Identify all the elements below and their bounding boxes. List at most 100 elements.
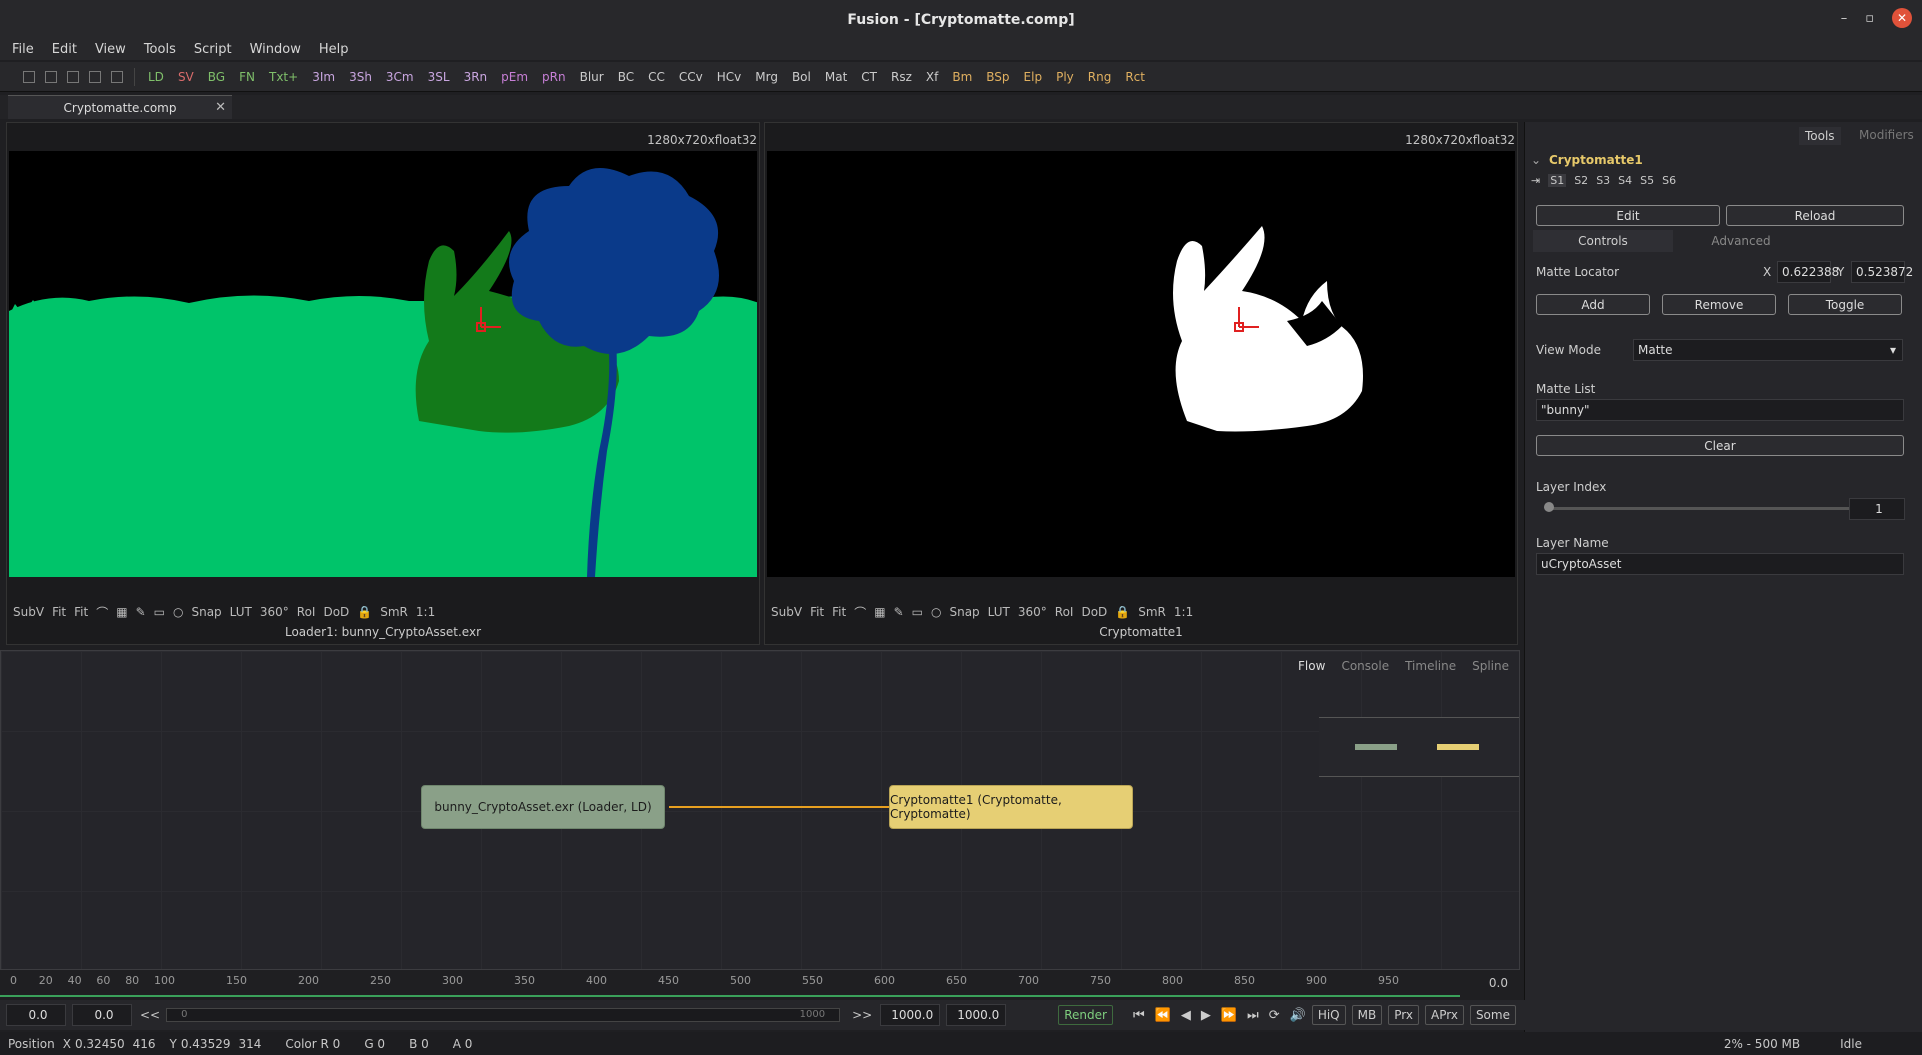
slot-s1[interactable]: S1 <box>1548 174 1567 187</box>
maximize-button[interactable]: ▫ <box>1865 11 1874 26</box>
tool-button-elp[interactable]: Elp <box>1017 70 1050 84</box>
polyline-icon[interactable]: ⌒ <box>96 604 108 621</box>
tool-button-3rn[interactable]: 3Rn <box>457 70 495 84</box>
tool-button-fn[interactable]: FN <box>232 70 262 84</box>
slot-s4[interactable]: S4 <box>1618 174 1632 187</box>
tool-button-blur[interactable]: Blur <box>573 70 611 84</box>
tool-button-txt[interactable]: Txt+ <box>262 70 305 84</box>
tool-button-3sl[interactable]: 3SL <box>421 70 457 84</box>
viewer-left[interactable]: 1280x720xfloat32 SubV Fit Fit ⌒ ▦ ✎ ▭ ○ … <box>6 122 760 645</box>
dod-button[interactable]: DoD <box>323 605 349 619</box>
matte-locator-y-field[interactable]: 0.523872 <box>1851 261 1913 283</box>
menu-file[interactable]: File <box>12 42 34 57</box>
polyline-icon[interactable]: ⌒ <box>854 604 866 621</box>
step-back-icon[interactable]: ⏪ <box>1155 1008 1171 1023</box>
dod-button[interactable]: DoD <box>1081 605 1107 619</box>
pick-icon[interactable]: ✎ <box>894 605 904 619</box>
remove-button[interactable]: Remove <box>1662 294 1776 315</box>
fit-dropdown[interactable]: Fit <box>832 605 846 619</box>
tool-button-mat[interactable]: Mat <box>818 70 854 84</box>
view-mode-select[interactable]: Matte ▾ <box>1633 339 1903 361</box>
stereo-button[interactable]: 360° <box>1018 605 1047 619</box>
roi-button[interactable]: RoI <box>297 605 316 619</box>
lut-button[interactable]: LUT <box>988 605 1010 619</box>
tool-button-hcv[interactable]: HCv <box>710 70 749 84</box>
pick-icon[interactable]: ✎ <box>136 605 146 619</box>
pin-icon[interactable]: ⇥ <box>1531 174 1540 187</box>
clear-button[interactable]: Clear <box>1536 435 1904 456</box>
rect-icon[interactable]: ▭ <box>912 605 923 619</box>
lut-button[interactable]: LUT <box>230 605 252 619</box>
add-button[interactable]: Add <box>1536 294 1650 315</box>
subview-button[interactable]: SubV <box>771 605 802 619</box>
roi-button[interactable]: RoI <box>1055 605 1074 619</box>
play-reverse-icon[interactable]: ◀ <box>1181 1008 1191 1023</box>
slot-s3[interactable]: S3 <box>1596 174 1610 187</box>
aprx-button[interactable]: APrx <box>1424 1005 1464 1025</box>
minimize-button[interactable]: – <box>1841 11 1848 26</box>
edit-button[interactable]: Edit <box>1536 205 1720 226</box>
audio-icon[interactable]: 🔊 <box>1290 1008 1306 1023</box>
go-to-end-icon[interactable]: ⏭ <box>1247 1008 1259 1023</box>
tool-button-3cm[interactable]: 3Cm <box>379 70 421 84</box>
tool-button-ct[interactable]: CT <box>854 70 884 84</box>
tool-button-prn[interactable]: pRn <box>535 70 573 84</box>
range-forward-icon[interactable]: >> <box>852 1008 872 1022</box>
play-icon[interactable]: ▶ <box>1201 1008 1211 1023</box>
lock-icon[interactable]: 🔒 <box>1115 605 1130 619</box>
grid-icon[interactable]: ▦ <box>116 605 127 619</box>
tab-cryptomatte-comp[interactable]: Cryptomatte.comp ✕ <box>8 95 232 119</box>
slot-s6[interactable]: S6 <box>1662 174 1676 187</box>
layer-index-slider[interactable] <box>1549 507 1869 510</box>
tab-modifiers[interactable]: Modifiers <box>1859 128 1914 142</box>
slot-s5[interactable]: S5 <box>1640 174 1654 187</box>
tool-button-bm[interactable]: Bm <box>945 70 979 84</box>
tool-button-bol[interactable]: Bol <box>785 70 818 84</box>
tab-controls[interactable]: Controls <box>1533 230 1673 252</box>
circle-icon[interactable]: ○ <box>173 605 183 619</box>
tool-button-ccv[interactable]: CCv <box>672 70 710 84</box>
menu-script[interactable]: Script <box>194 42 232 57</box>
layer-name-field[interactable]: uCryptoAsset <box>1536 553 1904 575</box>
scale-button[interactable]: 1:1 <box>416 605 435 619</box>
layout-icon[interactable] <box>89 70 101 83</box>
render-end-field[interactable]: 1000.0 <box>880 1004 941 1026</box>
tool-button-rct[interactable]: Rct <box>1118 70 1152 84</box>
layout-icon[interactable] <box>23 70 35 83</box>
lock-icon[interactable]: 🔒 <box>357 605 372 619</box>
global-end-field[interactable]: 1000.0 <box>946 1004 1007 1026</box>
tool-button-pem[interactable]: pEm <box>494 70 535 84</box>
stereo-button[interactable]: 360° <box>260 605 289 619</box>
fit-button[interactable]: Fit <box>52 605 66 619</box>
global-start-field[interactable]: 0.0 <box>6 1004 66 1026</box>
tab-tools[interactable]: Tools <box>1799 127 1841 145</box>
matte-list-field[interactable]: "bunny" <box>1536 399 1904 421</box>
layer-index-field[interactable]: 1 <box>1849 498 1905 520</box>
loop-icon[interactable]: ⟳ <box>1269 1008 1280 1023</box>
fit-button[interactable]: Fit <box>810 605 824 619</box>
menu-edit[interactable]: Edit <box>52 42 77 57</box>
timeline-ruler[interactable]: 0 20 40 60 80 100 150 200 250 300 350 400 450 500 550 6… <box>0 972 1520 997</box>
viewer-image[interactable] <box>767 151 1515 577</box>
snap-button[interactable]: Snap <box>949 605 979 619</box>
slot-s2[interactable]: S2 <box>1574 174 1588 187</box>
tool-button-mrg[interactable]: Mrg <box>748 70 785 84</box>
viewer-image[interactable] <box>9 151 757 577</box>
tool-button-3sh[interactable]: 3Sh <box>342 70 379 84</box>
cryptomatte-node[interactable]: Cryptomatte1 (Cryptomatte, Cryptomatte) <box>889 785 1133 829</box>
subview-button[interactable]: SubV <box>13 605 44 619</box>
tool-button-rsz[interactable]: Rsz <box>884 70 919 84</box>
smr-button[interactable]: SmR <box>1138 605 1166 619</box>
toggle-button[interactable]: Toggle <box>1788 294 1902 315</box>
smr-button[interactable]: SmR <box>380 605 408 619</box>
scale-button[interactable]: 1:1 <box>1174 605 1193 619</box>
matte-locator-x-field[interactable]: 0.622388 <box>1777 261 1839 283</box>
reload-button[interactable]: Reload <box>1726 205 1904 226</box>
snap-button[interactable]: Snap <box>191 605 221 619</box>
range-back-icon[interactable]: << <box>140 1008 160 1022</box>
rect-icon[interactable]: ▭ <box>154 605 165 619</box>
close-tab-icon[interactable]: ✕ <box>215 100 226 115</box>
circle-icon[interactable]: ○ <box>931 605 941 619</box>
tool-button-bc[interactable]: BC <box>611 70 641 84</box>
print-icon[interactable] <box>111 70 123 83</box>
